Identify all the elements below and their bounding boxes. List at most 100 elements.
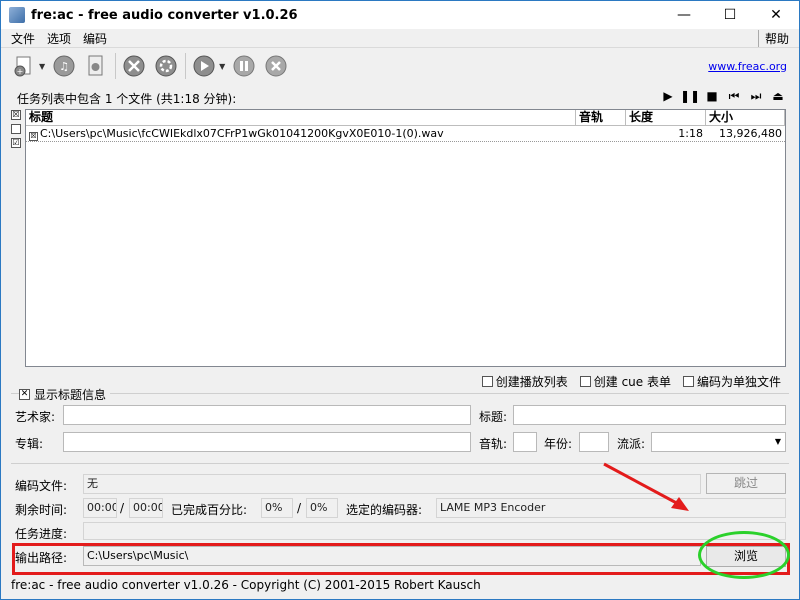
output-path-label: 输出路径:	[15, 551, 68, 565]
status-bar: fre:ac - free audio converter v1.0.26 - …	[1, 576, 799, 599]
add-file-icon[interactable]	[83, 53, 109, 79]
show-title-info-toggle[interactable]: ✕ 显示标题信息	[19, 386, 111, 403]
maximize-button[interactable]: ☐	[707, 1, 753, 29]
artist-input[interactable]	[63, 405, 471, 425]
album-input[interactable]	[63, 432, 471, 452]
output-path-input[interactable]: C:\Users\pc\Music\	[83, 546, 701, 566]
settings-icon[interactable]	[121, 53, 147, 79]
next-icon[interactable]: ⏭	[749, 89, 763, 103]
play-encode-icon[interactable]	[191, 53, 217, 79]
show-title-info-checkbox[interactable]: ✕	[19, 389, 30, 400]
show-title-info-label: 显示标题信息	[34, 388, 107, 402]
window-title: fre:ac - free audio converter v1.0.26	[31, 7, 298, 23]
player-controls: ▶ ❚❚ ■ ⏮ ⏭ ⏏	[661, 89, 785, 104]
create-playlist-option[interactable]: 创建播放列表	[481, 373, 568, 390]
single-file-checkbox[interactable]	[682, 376, 694, 387]
app-icon	[9, 7, 25, 23]
previous-icon[interactable]: ⏮	[727, 89, 741, 103]
track-input[interactable]	[513, 432, 537, 452]
total-time-value: 00:00	[129, 498, 163, 518]
time-slash: /	[120, 501, 125, 515]
select-none-checkbox[interactable]	[11, 124, 21, 134]
job-list-header: 标题 音轨 长度 大小	[26, 110, 785, 126]
eject-icon[interactable]: ⏏	[771, 89, 785, 103]
encoding-file-value: 无	[83, 474, 701, 494]
section-divider	[11, 463, 789, 464]
single-file-label: 编码为单独文件	[696, 375, 781, 389]
skip-button[interactable]: 跳过	[706, 473, 786, 494]
single-file-option[interactable]: 编码为单独文件	[682, 373, 781, 390]
toolbar: + ▼ ♫ ▼ www.freac.org	[1, 49, 799, 83]
title-label: 标题:	[479, 410, 508, 424]
select-all-checkbox[interactable]: ☒	[11, 110, 21, 120]
menu-encode[interactable]: 编码	[77, 30, 113, 47]
browse-button[interactable]: 浏览	[706, 546, 786, 567]
invert-selection-checkbox[interactable]: ☑	[11, 138, 21, 148]
list-side-checks: ☒ ☑	[11, 110, 23, 152]
row-size: 13,926,480	[719, 127, 782, 140]
table-row[interactable]: ☒ C:\Users\pc\Music\fcCWIEkdlx07CFrP1wGk0…	[26, 126, 785, 142]
row-title: C:\Users\pc\Music\fcCWIEkdlx07CFrP1wGk01…	[40, 127, 444, 140]
row-checkbox[interactable]: ☒	[29, 132, 38, 141]
list-options: 创建播放列表 创建 cue 表单 编码为单独文件	[481, 373, 781, 390]
toolbar-separator	[115, 53, 117, 79]
menu-help[interactable]: 帮助	[757, 29, 799, 47]
year-label: 年份:	[544, 437, 573, 451]
menu-options[interactable]: 选项	[41, 30, 77, 47]
website-link[interactable]: www.freac.org	[708, 60, 787, 73]
header-length[interactable]: 长度	[626, 110, 706, 125]
close-button[interactable]: ✕	[753, 1, 799, 29]
row-length: 1:18	[678, 127, 703, 140]
create-cue-checkbox[interactable]	[579, 376, 591, 387]
percent-total-value: 0%	[306, 498, 338, 518]
config-icon[interactable]	[153, 53, 179, 79]
stop-icon[interactable]: ■	[705, 89, 719, 103]
track-label: 音轨:	[479, 437, 508, 451]
menu-file[interactable]: 文件	[1, 30, 41, 47]
remaining-time-label: 剩余时间:	[15, 503, 68, 517]
title-input[interactable]	[513, 405, 786, 425]
pause-icon[interactable]: ❚❚	[680, 89, 700, 103]
create-cue-label: 创建 cue 表单	[593, 375, 671, 389]
menu-bar: 文件 选项 编码 帮助	[1, 29, 799, 48]
svg-text:♫: ♫	[59, 60, 69, 73]
create-cue-option[interactable]: 创建 cue 表单	[579, 373, 671, 390]
encoder-label: 选定的编码器:	[346, 503, 423, 517]
create-playlist-checkbox[interactable]	[481, 376, 493, 387]
genre-select[interactable]: ▼	[651, 432, 786, 452]
chevron-down-icon[interactable]: ▼	[771, 433, 785, 451]
genre-label: 流派:	[617, 437, 646, 451]
svg-text:+: +	[17, 67, 24, 76]
row-track	[576, 126, 626, 141]
header-title[interactable]: 标题	[26, 110, 576, 125]
section-divider	[11, 393, 789, 394]
album-label: 专辑:	[15, 437, 44, 451]
percent-slash: /	[297, 501, 302, 515]
job-progress-label: 任务进度:	[15, 527, 68, 541]
joblist-summary: 任务列表中包含 1 个文件 (共1:18 分钟):	[17, 92, 237, 106]
year-input[interactable]	[579, 432, 609, 452]
create-playlist-label: 创建播放列表	[495, 375, 568, 389]
pause-icon[interactable]	[231, 53, 257, 79]
percent-file-value: 0%	[261, 498, 293, 518]
encoding-file-label: 编码文件:	[15, 479, 68, 493]
header-track[interactable]: 音轨	[576, 110, 626, 125]
play-icon[interactable]: ▶	[661, 89, 675, 103]
job-progress-bar	[83, 522, 786, 540]
minimize-button[interactable]: —	[661, 1, 707, 29]
job-list[interactable]: 标题 音轨 长度 大小 ☒ C:\Users\pc\Music\fcCWIEkdl…	[25, 109, 786, 367]
app-window: fre:ac - free audio converter v1.0.26 — …	[0, 0, 800, 600]
encoder-value: LAME MP3 Encoder	[436, 498, 786, 518]
row-title-cell: ☒ C:\Users\pc\Music\fcCWIEkdlx07CFrP1wGk0…	[26, 126, 576, 141]
header-size[interactable]: 大小	[706, 110, 785, 125]
artist-label: 艺术家:	[15, 410, 56, 424]
percent-label: 已完成百分比:	[171, 503, 248, 517]
title-bar[interactable]: fre:ac - free audio converter v1.0.26 — …	[1, 1, 799, 29]
add-dropdown-icon[interactable]: ▼	[39, 62, 45, 71]
remaining-time-value: 00:00	[83, 498, 117, 518]
add-files-icon[interactable]: +	[11, 53, 37, 79]
encode-dropdown-icon[interactable]: ▼	[219, 62, 225, 71]
toolbar-separator	[185, 53, 187, 79]
stop-icon[interactable]	[263, 53, 289, 79]
add-cd-icon[interactable]: ♫	[51, 53, 77, 79]
